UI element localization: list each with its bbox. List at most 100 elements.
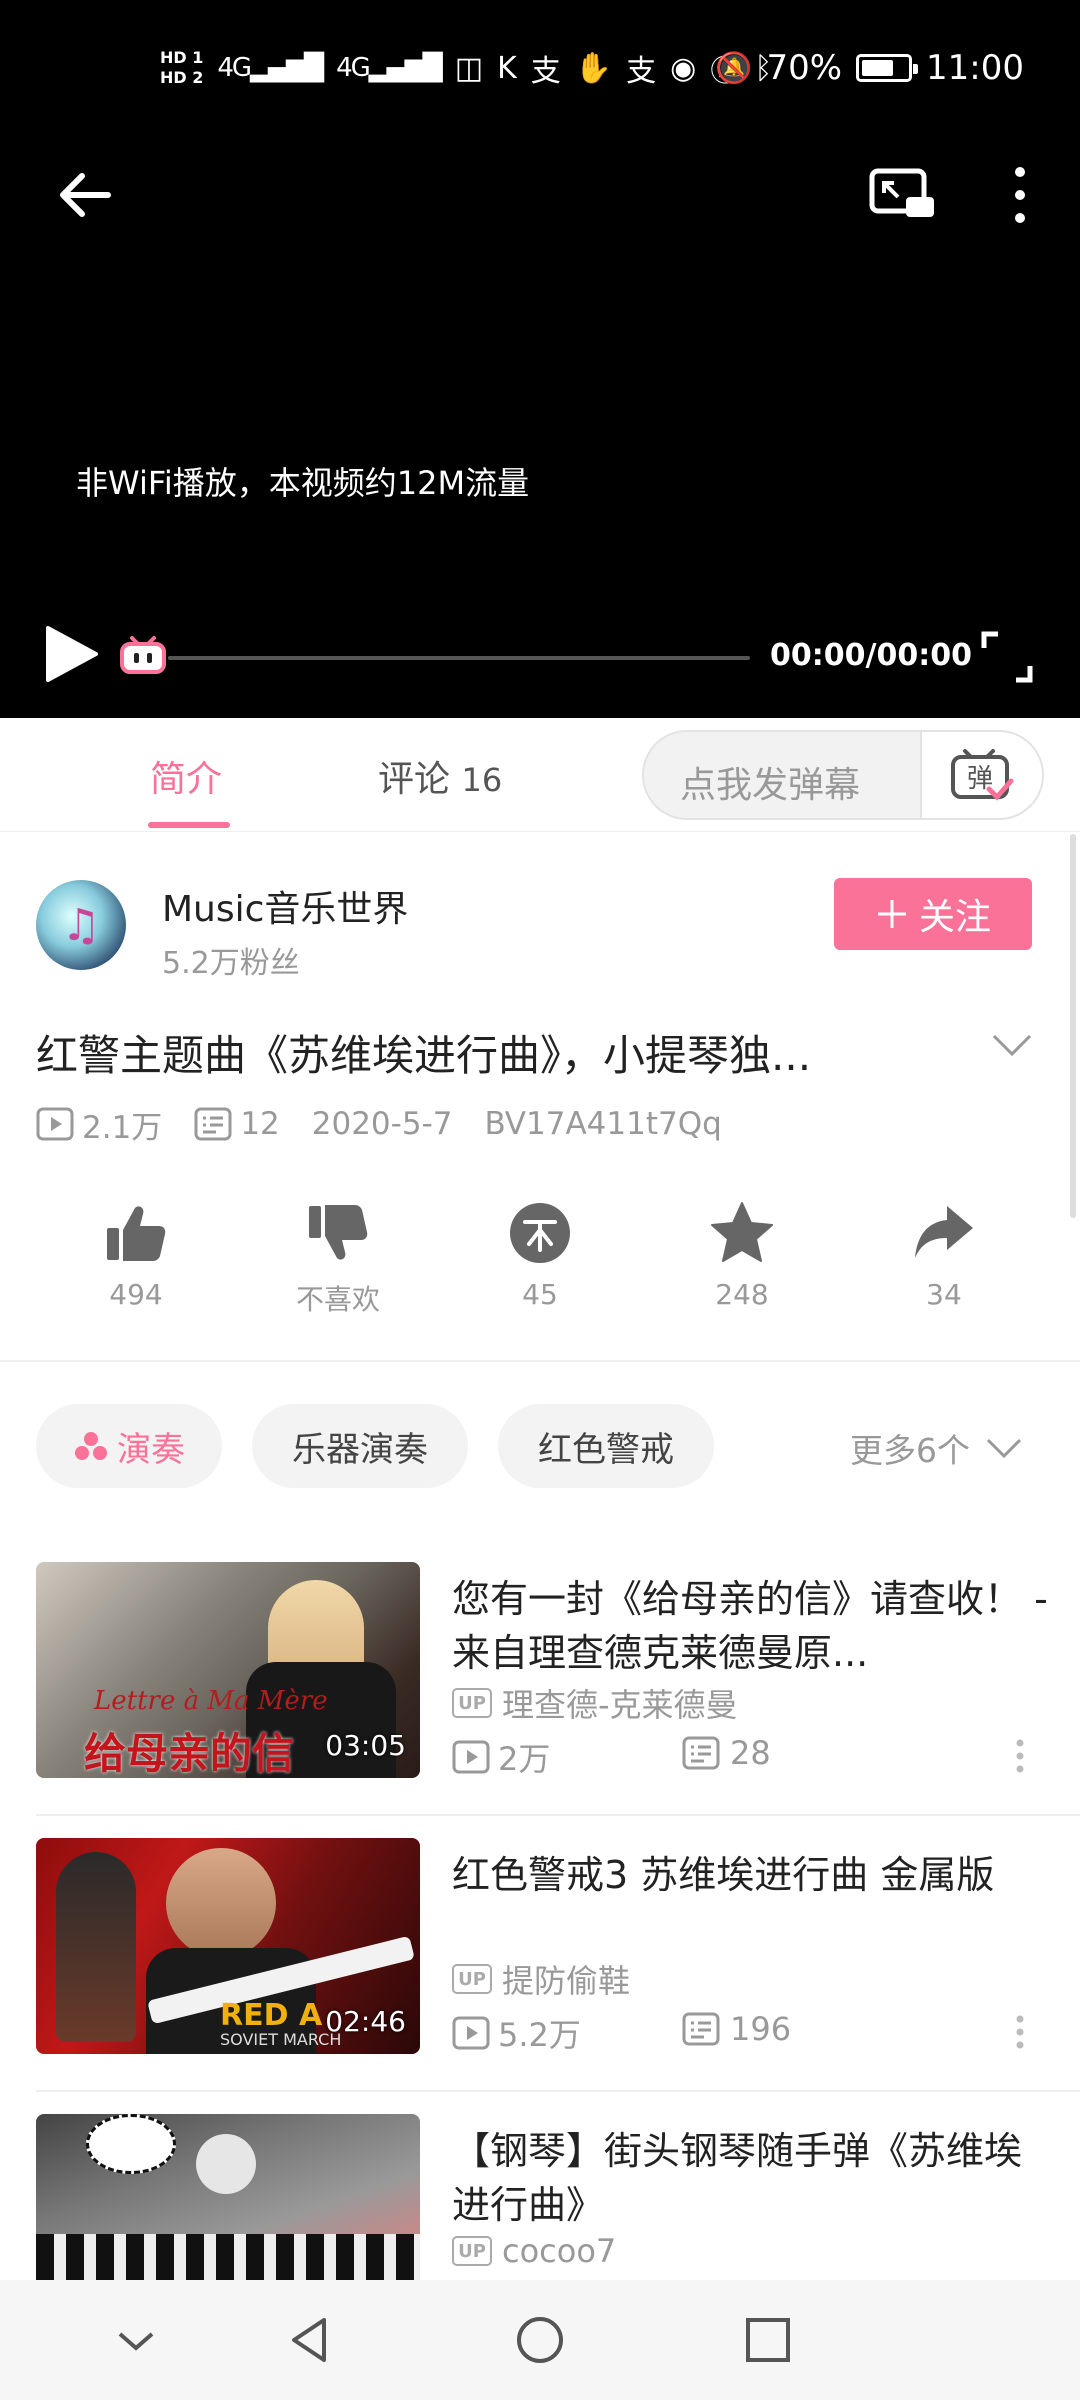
clock: 11:00: [926, 48, 1024, 88]
related-video-danmaku: 196: [682, 2010, 791, 2048]
up-badge-icon: UP: [452, 1964, 492, 1994]
section-divider: [0, 1360, 1080, 1362]
play-count-icon: [36, 1107, 74, 1141]
item-separator: [36, 2090, 1080, 2092]
danmaku-placeholder: 点我发弹幕: [680, 765, 861, 806]
more-options-icon[interactable]: [1000, 160, 1040, 230]
thumb-caption-top: RED A: [220, 1998, 323, 2033]
video-title[interactable]: 红警主题曲《苏维埃进行曲》，小提琴独...: [36, 1022, 956, 1083]
video-player[interactable]: HD 1 HD 2 4G▂▄▆█ 4G▂▄▆█ ◫ K 支 ✋ 支 ◉ Ⓝ ᛒ …: [0, 0, 1080, 718]
nav-recents-icon[interactable]: [738, 2310, 798, 2370]
nav-collapse-icon[interactable]: [106, 2310, 166, 2370]
follow-button[interactable]: 关注: [834, 878, 1032, 950]
up-badge-icon: UP: [452, 2236, 492, 2266]
mute-icon: 🔕: [715, 50, 753, 86]
tag-red-alert[interactable]: 红色警戒: [498, 1404, 714, 1488]
video-thumbnail[interactable]: Lettre à Ma Mère 给母亲的信 03:05: [36, 1562, 420, 1778]
hd1-label: HD 1: [160, 48, 204, 67]
tab-intro[interactable]: 简介: [150, 750, 222, 802]
active-tab-indicator: [148, 822, 230, 828]
tab-comments-count: 16: [461, 761, 503, 799]
uploader-avatar[interactable]: ♫: [36, 880, 126, 970]
scrollbar[interactable]: [1070, 834, 1076, 1218]
related-video-author[interactable]: UP 理查德-克莱德曼: [452, 1680, 738, 1726]
share-arrow-icon: [915, 1206, 973, 1258]
dislike-button[interactable]: 不喜欢: [268, 1200, 408, 1318]
related-video-author[interactable]: UP cocoo7: [452, 2232, 616, 2270]
bilibili-notif-icon: ◫: [454, 50, 484, 86]
related-video-title[interactable]: 【钢琴】街头钢琴随手弹《苏维埃进行曲》: [452, 2124, 1048, 2232]
more-tags-button[interactable]: 更多6个: [850, 1424, 1024, 1472]
tab-comments[interactable]: 评论 16: [378, 750, 502, 802]
hd2-label: HD 2: [160, 68, 204, 87]
like-button[interactable]: 494: [66, 1200, 206, 1311]
signal-1-icon: 4G▂▄▆█: [217, 53, 324, 83]
video-duration: 02:46: [325, 2005, 406, 2038]
status-right: 🔕 70% 11:00: [715, 40, 1024, 96]
hd-indicator: HD 1 HD 2: [160, 48, 203, 88]
eye-icon: ◉: [670, 50, 697, 86]
play-icon[interactable]: [40, 622, 104, 686]
thumb-caption-main: 给母亲的信: [84, 1729, 295, 1778]
danmaku-toggle-icon[interactable]: [118, 632, 168, 676]
related-video-plays: 2万: [452, 1734, 550, 1780]
chevron-down-icon[interactable]: [990, 1030, 1034, 1060]
related-video-title[interactable]: 红色警戒3 苏维埃进行曲 金属版: [452, 1848, 1048, 1902]
alipay-notif-icon: 支: [530, 54, 561, 89]
thumb-figure-left: [56, 1852, 136, 2042]
chevron-down-icon: [986, 1438, 1022, 1459]
tab-comments-label: 评论: [378, 759, 451, 800]
danmaku-icon: 弹: [951, 749, 1014, 801]
item-separator: [36, 1814, 1080, 1816]
nav-back-icon[interactable]: [280, 2310, 340, 2370]
related-video-danmaku: 28: [682, 1734, 771, 1772]
video-duration: 03:05: [325, 1729, 406, 1762]
tag-instrument[interactable]: 乐器演奏: [252, 1404, 468, 1488]
battery-percent: 70%: [766, 48, 843, 88]
tag-performance[interactable]: 演奏: [36, 1404, 222, 1488]
coin-count: 45: [522, 1278, 558, 1311]
coin-icon: [510, 1203, 570, 1263]
playback-time: 00:00/00:00: [770, 638, 972, 673]
related-video-title[interactable]: 您有一封《给母亲的信》请查收！ -来自理查德克莱德曼原...: [452, 1572, 1048, 1680]
video-thumbnail[interactable]: RED A SOVIET MARCH 02:46: [36, 1838, 420, 2054]
share-button[interactable]: 34: [874, 1200, 1014, 1311]
music-note-icon: ♫: [61, 899, 101, 951]
share-count: 34: [926, 1278, 962, 1311]
picture-in-picture-icon[interactable]: [866, 165, 936, 225]
item-more-icon[interactable]: [1014, 2014, 1026, 2050]
action-bar: 494 不喜欢 45 248 34: [0, 1200, 1080, 1330]
thumbs-down-icon: [309, 1205, 368, 1260]
danmaku-count-icon: [194, 1107, 232, 1141]
danmaku-input[interactable]: 点我发弹幕 弹: [642, 730, 1044, 820]
follow-label: 关注: [918, 897, 991, 938]
danmaku-count-icon: [682, 2012, 720, 2046]
system-nav-bar: [0, 2280, 1080, 2400]
plus-icon: [877, 900, 906, 928]
related-video-item[interactable]: Lettre à Ma Mère 给母亲的信 03:05 您有一封《给母亲的信》…: [0, 1562, 1080, 1838]
video-thumbnail[interactable]: [36, 2114, 420, 2280]
play-count-icon: [452, 2016, 490, 2050]
data-usage-notice: 非WiFi播放，本视频约12M流量: [76, 464, 530, 502]
publish-date: 2020-5-7: [311, 1106, 453, 1142]
fullscreen-icon[interactable]: [980, 630, 1034, 684]
danmaku-count: 12: [194, 1106, 280, 1142]
uploader-name[interactable]: Music音乐世界: [162, 880, 408, 932]
related-video-item[interactable]: 【钢琴】街头钢琴随手弹《苏维埃进行曲》 UP cocoo7: [0, 2114, 1080, 2280]
thumb-piano-keys: [36, 2234, 420, 2280]
up-badge-icon: UP: [452, 1688, 492, 1718]
item-more-icon[interactable]: [1014, 1738, 1026, 1774]
danmaku-send-button[interactable]: 弹: [920, 732, 1042, 818]
nav-home-icon[interactable]: [510, 2310, 570, 2370]
star-icon: [711, 1202, 773, 1262]
alipay-notif-icon-2: 支: [626, 54, 657, 89]
danmaku-count-icon: [682, 1736, 720, 1770]
favorite-button[interactable]: 248: [672, 1200, 812, 1311]
tag-label: 演奏: [117, 1429, 185, 1470]
coin-button[interactable]: 45: [470, 1200, 610, 1311]
related-video-item[interactable]: RED A SOVIET MARCH 02:46 红色警戒3 苏维埃进行曲 金属…: [0, 1838, 1080, 2114]
back-arrow-icon[interactable]: [50, 160, 120, 230]
more-tags-label: 更多6个: [850, 1431, 970, 1470]
related-video-author[interactable]: UP 提防偷鞋: [452, 1956, 630, 2002]
progress-bar[interactable]: [168, 656, 750, 660]
